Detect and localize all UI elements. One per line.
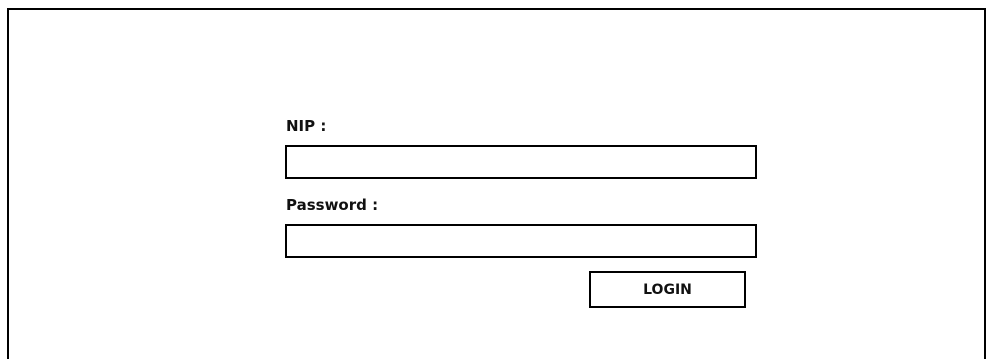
nip-input[interactable] <box>285 145 757 179</box>
login-panel: NIP : Password : LOGIN <box>7 8 986 359</box>
password-input[interactable] <box>285 224 757 258</box>
password-label: Password : <box>286 196 379 214</box>
login-button[interactable]: LOGIN <box>589 271 746 308</box>
nip-label: NIP : <box>286 117 327 135</box>
